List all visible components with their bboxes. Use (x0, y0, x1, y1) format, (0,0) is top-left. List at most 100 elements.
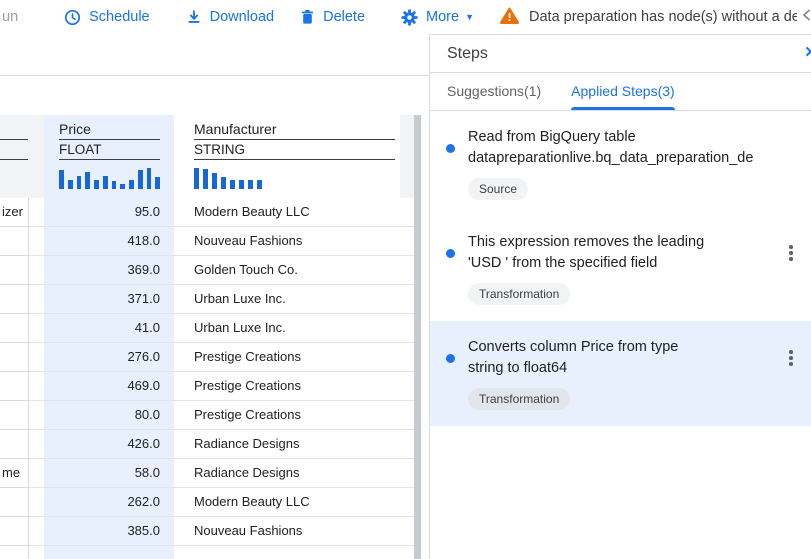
step-card[interactable]: Converts column Price from type string t… (430, 321, 811, 426)
cell-cut-column[interactable] (0, 227, 29, 256)
table-row[interactable]: 276.0 Prestige Creations (0, 343, 421, 372)
cell-manufacturer[interactable]: Modern Beauty LLC (174, 198, 400, 227)
column-type[interactable]: STRING (194, 140, 395, 160)
column-name[interactable]: Price (59, 115, 160, 140)
cell-manufacturer[interactable]: Nouveau Fashions (174, 227, 400, 256)
cell-cut-column[interactable]: izer (0, 198, 29, 227)
cell-manufacturer[interactable]: Prestige Creations (174, 372, 400, 401)
cell-padding (29, 285, 44, 314)
cell-cut-column[interactable] (0, 517, 29, 546)
histogram-bar (129, 180, 134, 189)
cell-padding (29, 459, 44, 488)
kebab-menu-icon[interactable] (781, 245, 801, 261)
delete-button[interactable]: Delete (300, 9, 365, 25)
cell-price[interactable]: 58.0 (44, 459, 174, 488)
table-row[interactable]: 385.0 Nouveau Fashions (0, 517, 421, 546)
cell-cut-column[interactable] (0, 314, 29, 343)
column-header-price[interactable]: Price FLOAT (44, 115, 174, 198)
histogram-bar (112, 181, 117, 189)
cell-manufacturer[interactable]: Modern Beauty LLC (174, 488, 400, 517)
cell-manufacturer[interactable]: Urban Luxe Inc. (174, 285, 400, 314)
cell-cut-right (400, 256, 414, 285)
cell-price[interactable]: 418.0 (44, 227, 174, 256)
cell-price[interactable]: 41.0 (44, 314, 174, 343)
toolbar: un Schedule Download Delete More (0, 0, 811, 34)
table-row[interactable]: 369.0 Golden Touch Co. (0, 256, 421, 285)
close-icon[interactable]: ✕ (804, 43, 811, 61)
histogram-bar (120, 184, 125, 189)
cell-cut-right (400, 488, 414, 517)
cell-cut-column[interactable] (0, 285, 29, 314)
histogram-bar (59, 170, 64, 189)
column-name[interactable]: Manufacturer (194, 115, 395, 140)
cell-cut-column[interactable] (0, 401, 29, 430)
cell-padding (29, 256, 44, 285)
column-header-manufacturer[interactable]: Manufacturer STRING (174, 115, 400, 198)
table-row[interactable]: 418.0 Nouveau Fashions (0, 227, 421, 256)
tab-applied-steps[interactable]: Applied Steps(3) (571, 73, 675, 110)
cell-price[interactable]: 426.0 (44, 430, 174, 459)
cell-padding (29, 343, 44, 372)
cell-price[interactable] (44, 546, 174, 559)
step-card[interactable]: Read from BigQuery table datapreparation… (430, 111, 811, 216)
vertical-scrollbar[interactable] (414, 115, 421, 559)
tab-suggestions[interactable]: Suggestions(1) (447, 73, 541, 110)
table-row[interactable]: 80.0 Prestige Creations (0, 401, 421, 430)
price-histogram[interactable] (59, 167, 160, 189)
cell-manufacturer[interactable]: Urban Luxe Inc. (174, 314, 400, 343)
cell-padding (29, 517, 44, 546)
table-row[interactable]: 469.0 Prestige Creations (0, 372, 421, 401)
cell-padding (29, 488, 44, 517)
table-row[interactable]: 371.0 Urban Luxe Inc. (0, 285, 421, 314)
table-row[interactable]: me 58.0 Radiance Designs (0, 459, 421, 488)
steps-tabs: Suggestions(1) Applied Steps(3) (430, 73, 811, 111)
schedule-button[interactable]: Schedule (64, 9, 149, 26)
histogram-bar (248, 180, 253, 189)
column-name-underline (0, 139, 28, 140)
column-header-cut[interactable] (0, 115, 44, 198)
cell-manufacturer[interactable]: Nouveau Fashions (174, 517, 400, 546)
cell-price[interactable]: 95.0 (44, 198, 174, 227)
table-row[interactable]: 41.0 Urban Luxe Inc. (0, 314, 421, 343)
cell-cut-column[interactable] (0, 372, 29, 401)
cell-cut-column[interactable] (0, 256, 29, 285)
histogram-bar (155, 177, 160, 189)
download-button[interactable]: Download (186, 9, 275, 25)
chevron-left-icon[interactable] (801, 8, 811, 27)
table-row[interactable]: 426.0 Radiance Designs (0, 430, 421, 459)
steps-card-list: Read from BigQuery table datapreparation… (430, 111, 811, 426)
table-row[interactable]: izer 95.0 Modern Beauty LLC (0, 198, 421, 227)
kebab-menu-icon[interactable] (781, 350, 801, 366)
cell-manufacturer[interactable]: Golden Touch Co. (174, 256, 400, 285)
cell-price[interactable]: 469.0 (44, 372, 174, 401)
cell-cut-right (400, 314, 414, 343)
table-row[interactable]: 262.0 Modern Beauty LLC (0, 488, 421, 517)
column-type[interactable]: FLOAT (59, 140, 160, 160)
run-button-cut[interactable]: un (2, 9, 18, 25)
cell-cut-column[interactable] (0, 343, 29, 372)
cell-padding (29, 430, 44, 459)
cell-price[interactable]: 371.0 (44, 285, 174, 314)
cell-manufacturer[interactable]: Prestige Creations (174, 401, 400, 430)
cell-price[interactable]: 262.0 (44, 488, 174, 517)
cell-cut-column[interactable]: me (0, 459, 29, 488)
table-row[interactable] (0, 546, 421, 559)
cell-cut-column[interactable] (0, 430, 29, 459)
cell-manufacturer[interactable]: Radiance Designs (174, 459, 400, 488)
manufacturer-histogram[interactable] (194, 167, 395, 189)
cell-price[interactable]: 80.0 (44, 401, 174, 430)
cell-price[interactable]: 276.0 (44, 343, 174, 372)
step-dot-icon (446, 354, 455, 363)
cell-cut-column[interactable] (0, 488, 29, 517)
cell-price[interactable]: 369.0 (44, 256, 174, 285)
step-card[interactable]: This expression removes the leading 'USD… (430, 216, 811, 321)
cell-manufacturer[interactable]: Prestige Creations (174, 343, 400, 372)
steps-panel: Steps ✕ Suggestions(1) Applied Steps(3) … (429, 34, 811, 559)
cell-cut-right (400, 343, 414, 372)
cell-manufacturer[interactable]: Radiance Designs (174, 430, 400, 459)
cell-price[interactable]: 385.0 (44, 517, 174, 546)
column-header-cut-right[interactable] (400, 115, 414, 198)
cell-manufacturer[interactable] (174, 546, 400, 559)
cell-cut-column[interactable] (0, 546, 29, 559)
more-button[interactable]: More ▼ (401, 9, 474, 26)
